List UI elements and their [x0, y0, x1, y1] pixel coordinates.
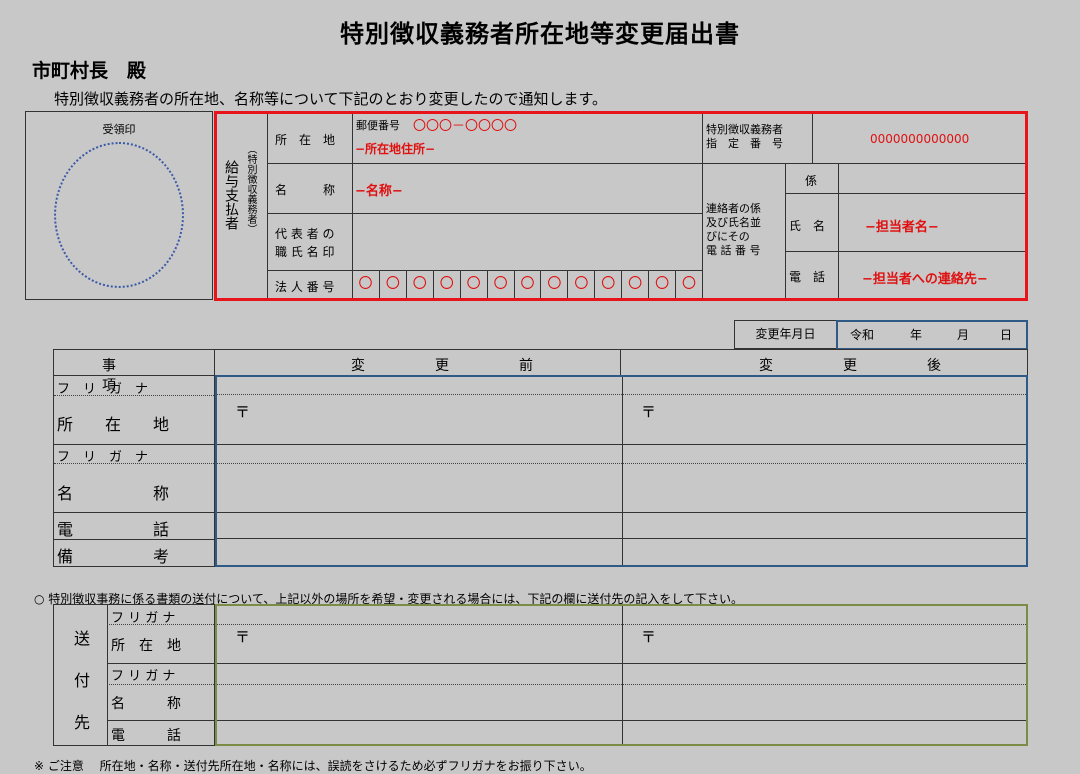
- before-remarks-field[interactable]: [217, 539, 622, 565]
- corp-digit-cell[interactable]: 〇: [648, 270, 675, 298]
- corp-digit-cell[interactable]: 〇: [540, 270, 567, 298]
- send-side-1: 送: [74, 629, 91, 648]
- send-right-phone-field[interactable]: [623, 721, 1026, 744]
- col-after-header: 変 更 後: [759, 358, 969, 374]
- name-row-label: 名 称: [57, 484, 170, 503]
- corp-number-cells[interactable]: 〇〇〇〇〇〇〇〇〇〇〇〇〇: [352, 270, 702, 298]
- remarks-row-label: 備 考: [57, 547, 170, 566]
- phone-row-label: 電 話: [57, 520, 170, 539]
- name-value[interactable]: −名称−: [355, 180, 403, 199]
- contact-label-3: びにその: [706, 230, 750, 243]
- send-right-address-field[interactable]: [623, 606, 1026, 663]
- main-header-row: 変 更 前 変 更 後: [215, 349, 1028, 376]
- month-label: 月: [957, 328, 970, 342]
- corp-digit-cell[interactable]: 〇: [621, 270, 648, 298]
- contact-label-4: 電 話 番 号: [706, 244, 761, 257]
- corp-digit-cell[interactable]: 〇: [352, 270, 379, 298]
- send-furigana-name: フ リ ガ ナ: [111, 669, 176, 684]
- before-name-field[interactable]: [217, 445, 622, 512]
- corp-digit-cell[interactable]: 〇: [432, 270, 460, 298]
- corp-digit-cell[interactable]: 〇: [567, 270, 594, 298]
- send-side-2: 付: [74, 671, 91, 690]
- before-phone-field[interactable]: [217, 513, 622, 538]
- send-destination-labels: 送 付 先 フ リ ガ ナ 所 在 地 フ リ ガ ナ 名 称 電 話: [53, 604, 215, 746]
- postal-value[interactable]: 〇〇〇－〇〇〇〇: [413, 115, 517, 134]
- corp-digit-cell[interactable]: 〇: [513, 270, 541, 298]
- payer-side-label: 給与支払者: [223, 160, 239, 230]
- payer-side-sublabel: （特別徴収義務者）: [245, 144, 256, 234]
- send-left-phone-field[interactable]: [217, 721, 622, 744]
- after-address-field[interactable]: [623, 377, 1026, 444]
- corp-digit-cell[interactable]: 〇: [486, 270, 514, 298]
- send-destination-table: 〒 〒: [215, 604, 1028, 746]
- designated-label-1: 特別徴収義務者: [706, 123, 783, 136]
- address-label: 所 在 地: [275, 133, 336, 147]
- send-phone-label: 電 話: [111, 728, 181, 744]
- contact-label: 連絡者の係 及び氏名並 びにその 電 話 番 号: [706, 202, 761, 258]
- send-address-label: 所 在 地: [111, 638, 181, 654]
- rep-label-line1: 代 表 者 の: [275, 227, 335, 241]
- change-date-field[interactable]: 令和 年 月 日: [836, 320, 1028, 350]
- before-address-field[interactable]: [217, 377, 622, 444]
- name-label: 名 称: [275, 183, 336, 197]
- corp-digit-cell[interactable]: 〇: [405, 270, 433, 298]
- after-name-field[interactable]: [623, 445, 1026, 512]
- send-left-address-field[interactable]: [217, 606, 622, 663]
- send-left-name-field[interactable]: [217, 664, 622, 720]
- item-column: 事 項 フ リ ガ ナ 所 在 地 フ リ ガ ナ 名 称 電 話 備 考: [53, 349, 215, 567]
- day-label: 日: [1000, 328, 1013, 342]
- person-value[interactable]: −担当者名−: [865, 216, 939, 235]
- corp-digit-cell[interactable]: 〇: [459, 270, 487, 298]
- postal-label: 郵便番号: [356, 119, 400, 132]
- footer-note: ※ ご注意 所在地・名称・送付先所在地・名称には、誤読をさけるため必ずフリガナを…: [34, 759, 592, 773]
- change-entry-table: 〒 〒: [215, 375, 1028, 567]
- send-name-label: 名 称: [111, 696, 181, 712]
- send-right-name-field[interactable]: [623, 664, 1026, 720]
- rep-label-line2: 職 氏 名 印: [275, 245, 335, 259]
- designated-label-2: 指 定 番 号: [706, 137, 783, 150]
- person-label: 氏 名: [789, 219, 826, 233]
- corp-digit-cell[interactable]: 〇: [594, 270, 621, 298]
- payer-table: 給与支払者 （特別徴収義務者） 所 在 地 郵便番号 〇〇〇－〇〇〇〇 −所在地…: [214, 111, 1028, 301]
- year-label: 年: [910, 328, 923, 342]
- corp-number-label: 法 人 番 号: [275, 280, 335, 294]
- stamp-circle: [54, 142, 184, 288]
- intro-text: 特別徴収義務者の所在地、名称等について下記のとおり変更したので通知します。: [54, 90, 608, 108]
- phone-value[interactable]: −担当者への連絡先−: [862, 268, 988, 287]
- addressee: 市町村長 殿: [32, 60, 147, 82]
- section-label: 係: [805, 174, 818, 188]
- change-date-label: 変更年月日: [734, 320, 837, 349]
- corp-digit-cell[interactable]: 〇: [675, 270, 702, 298]
- after-remarks-field[interactable]: [623, 539, 1026, 565]
- designated-number-value[interactable]: 0000000000000: [870, 132, 969, 146]
- address-row-label: 所 在 地: [57, 415, 170, 434]
- receipt-stamp-box: 受領印: [25, 111, 213, 300]
- contact-label-1: 連絡者の係: [706, 202, 761, 215]
- phone-label: 電 話: [789, 270, 826, 284]
- contact-label-2: 及び氏名並: [706, 216, 761, 229]
- receipt-stamp-label: 受領印: [102, 123, 136, 136]
- corp-digit-cell[interactable]: 〇: [378, 270, 406, 298]
- address-value[interactable]: −所在地住所−: [355, 140, 435, 157]
- after-phone-field[interactable]: [623, 513, 1026, 538]
- col-before-header: 変 更 前: [351, 358, 561, 374]
- form-title: 特別徴収義務者所在地等変更届出書: [340, 19, 740, 48]
- era-label: 令和: [850, 328, 875, 342]
- send-side-3: 先: [74, 713, 91, 732]
